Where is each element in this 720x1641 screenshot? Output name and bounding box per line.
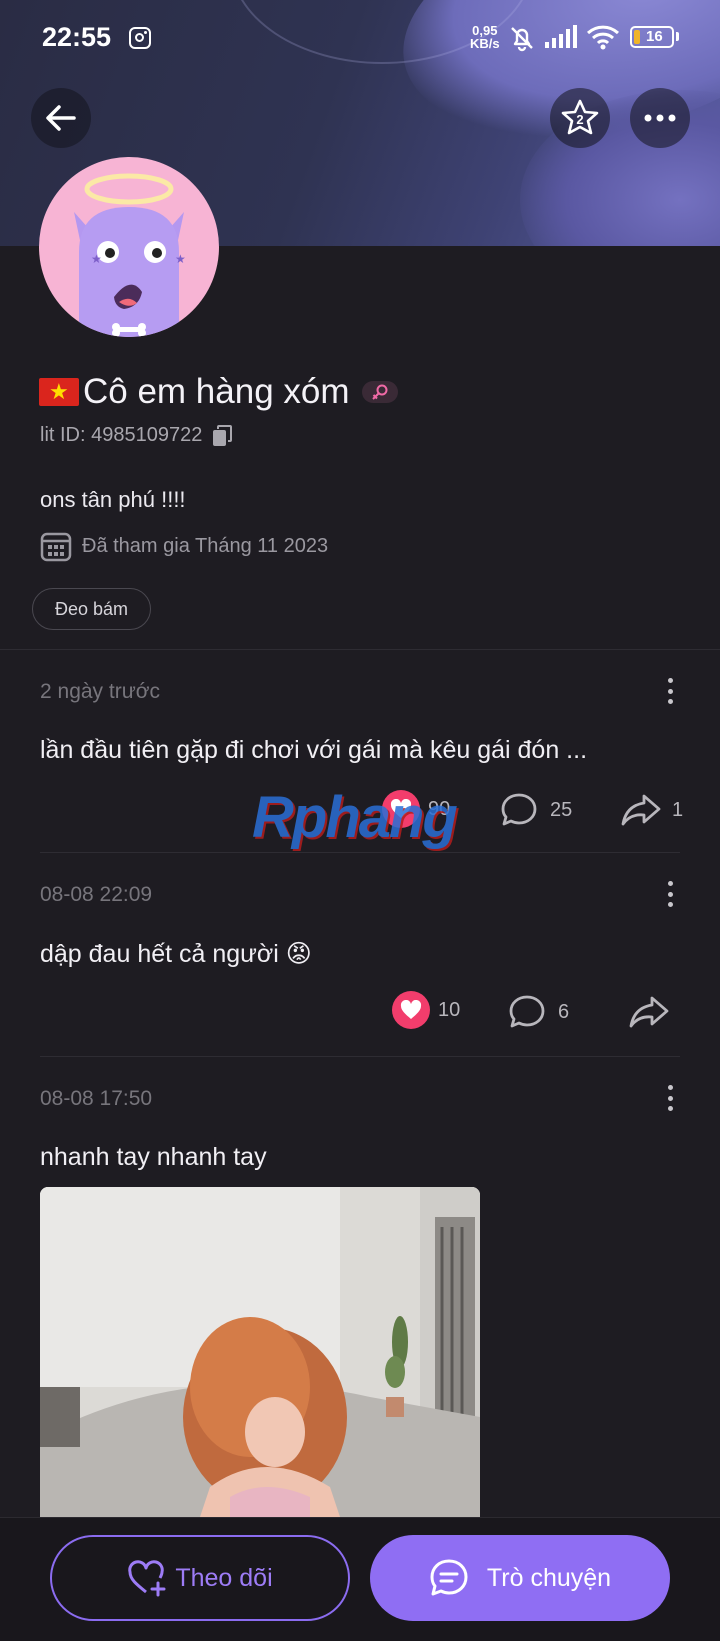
more-options-button[interactable] [630,88,690,148]
chat-label: Trò chuyện [486,1563,612,1592]
calendar-icon [40,532,72,562]
section-divider [0,649,720,650]
share-count: 1 [672,798,684,821]
joined-date: Đã tham gia Tháng 11 2023 [82,534,329,557]
battery-icon: 16 [630,26,674,48]
heart-icon [392,991,430,1029]
post-time: 08-08 17:50 [40,1087,153,1110]
wifi-icon [586,25,620,50]
arrow-left-icon [46,105,76,131]
comment-count: 6 [558,1000,570,1023]
follow-label: Theo dõi [175,1563,273,1592]
back-button[interactable] [31,88,91,148]
vietnam-flag-icon: ★ [39,378,79,406]
comment-button[interactable]: 6 [508,994,569,1030]
follow-button[interactable]: Theo dõi [50,1535,350,1621]
post-text[interactable]: dập đau hết cả người 😡 [40,939,312,969]
profile-name-row: ★ Cô em hàng xóm [39,372,398,412]
share-icon [629,996,669,1028]
post-image [40,1187,480,1517]
chat-button[interactable]: Trò chuyện [370,1535,670,1621]
avatar[interactable]: ★ ★ [39,157,219,337]
post-more-button[interactable] [665,678,675,704]
post-divider [40,852,680,853]
lit-id-row: lit ID: 4985109722 [40,424,233,447]
female-icon [361,381,398,403]
battery-level: 16 [646,28,663,45]
status-time: 22:55 [42,22,112,52]
star-badge-number: 2 [576,112,583,127]
status-bar: 22:55 0,95 KB/s 16 [0,0,720,78]
svg-text:★: ★ [91,252,102,266]
post-photo[interactable] [40,1187,480,1517]
net-speed-unit: KB/s [470,36,500,51]
monster-avatar-image: ★ ★ [74,173,186,337]
share-button[interactable]: 1 [620,792,683,828]
post-divider [40,1056,680,1057]
comment-icon [501,793,537,826]
chat-bubble-icon [430,1559,468,1596]
heart-plus-icon [128,1560,166,1597]
like-button[interactable]: 10 [392,991,460,1029]
profile-name: Cô em hàng xóm [83,372,350,411]
svg-text:★: ★ [175,252,186,266]
post-more-button[interactable] [665,1085,675,1111]
share-button[interactable] [628,994,670,1030]
like-count: 10 [438,998,461,1021]
instagram-icon [129,27,151,49]
more-horizontal-icon [644,114,676,122]
star-badge-button[interactable]: 2 [550,88,610,148]
comment-count: 25 [550,798,573,821]
lit-id: lit ID: 4985109722 [40,424,203,446]
joined-date-row: Đã tham gia Tháng 11 2023 [40,530,328,562]
watermark: Rphang [252,785,458,850]
post-time: 08-08 22:09 [40,883,153,906]
network-speed: 0,95 KB/s [470,24,500,50]
flag-star: ★ [49,379,69,404]
comment-button[interactable]: 25 [500,792,572,828]
bell-off-icon [511,27,533,52]
post-text[interactable]: lần đầu tiên gặp đi chơi với gái mà kêu … [40,736,587,765]
post-text[interactable]: nhanh tay nhanh tay [40,1143,267,1172]
profile-tag[interactable]: Đeo bám [32,588,152,630]
post-time: 2 ngày trước [40,680,161,703]
post-more-button[interactable] [665,881,675,907]
profile-bio: ons tân phú !!!! [40,487,186,512]
comment-icon [509,995,545,1028]
star-badge-icon: 2 [561,99,599,135]
signal-icon [545,25,577,48]
copy-icon[interactable] [212,424,233,447]
share-icon [621,794,661,826]
